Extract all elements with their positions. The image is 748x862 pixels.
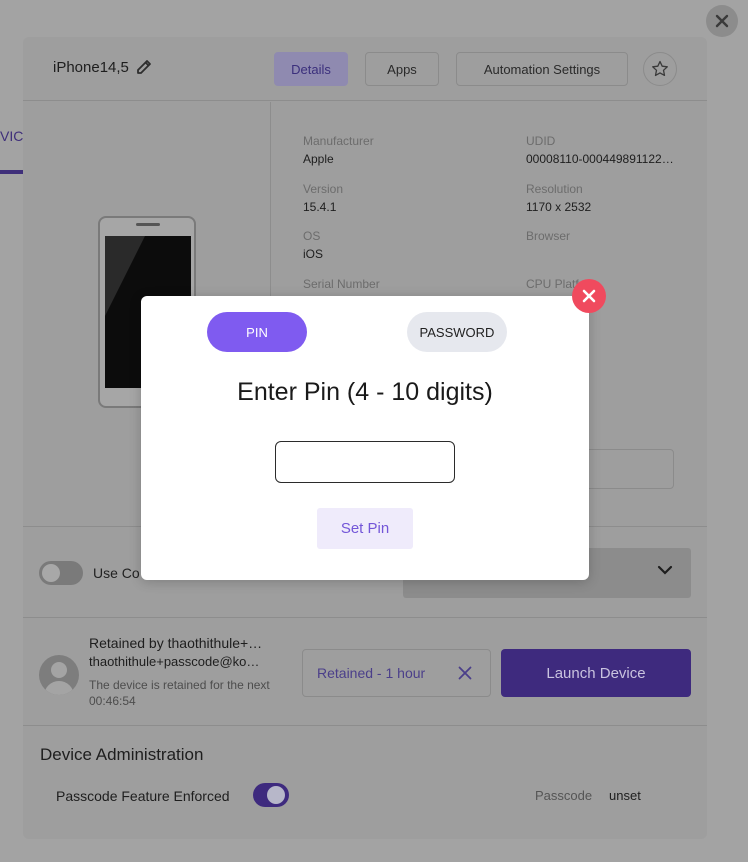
version-field: Version 15.4.1 [303,182,343,214]
retained-by-title: Retained by thaothithule+… [89,635,263,651]
phone-speaker [136,223,160,226]
phone-screen-reflection [105,236,145,316]
retained-by-email: thaothithule+passcode@ko… [89,654,260,669]
tab-automation-settings[interactable]: Automation Settings [456,52,628,86]
os-label: OS [303,229,321,243]
tab-pin[interactable]: PIN [207,312,307,352]
passcode-feature-toggle[interactable] [253,783,289,807]
passcode-value: unset [609,788,641,803]
set-pin-modal: PIN PASSWORD Enter Pin (4 - 10 digits) S… [141,296,589,580]
modal-close-button[interactable] [572,279,606,313]
avatar [39,655,79,695]
background-input-box [578,449,674,489]
udid-value: 00008110-000449891122… [526,152,674,166]
release-close-icon[interactable] [458,666,472,680]
resolution-label: Resolution [526,182,583,196]
manufacturer-label: Manufacturer [303,134,374,148]
set-pin-button[interactable]: Set Pin [317,508,413,549]
browser-field: Browser [526,229,570,247]
pencil-icon[interactable] [135,58,153,76]
os-value: iOS [303,247,324,261]
tab-details[interactable]: Details [274,52,348,86]
modal-title: Enter Pin (4 - 10 digits) [237,378,493,406]
serial-label: Serial Number [303,277,380,291]
tab-apps[interactable]: Apps [365,52,439,86]
close-icon [715,14,729,28]
version-value: 15.4.1 [303,200,337,214]
close-panel-button[interactable] [706,5,738,37]
use-toggle-label: Use Co [93,565,140,581]
retention-pill: Retained - 1 hour [302,649,491,697]
launch-device-button[interactable]: Launch Device [501,649,691,697]
retained-section: Retained by thaothithule+… thaothithule+… [23,619,707,726]
retention-pill-text: Retained - 1 hour [317,665,426,681]
udid-label: UDID [526,134,556,148]
retention-note: The device is retained for the next 00:4… [89,678,270,708]
os-field: OS iOS [303,229,323,261]
chevron-down-icon [657,565,673,575]
tab-password[interactable]: PASSWORD [407,312,507,352]
toggle-knob [267,786,285,804]
toggle-knob [42,564,60,582]
device-name: iPhone14,5 [53,59,129,76]
avatar-body [44,681,74,695]
panel-header: iPhone14,5 Details Apps Automation Setti… [23,37,707,101]
use-toggle[interactable] [39,561,83,585]
star-icon [652,60,668,77]
serial-field: Serial Number [303,277,380,295]
background-tab-underline [0,170,24,174]
udid-field: UDID 00008110-000449891122… [526,134,674,166]
favorite-button[interactable] [643,52,677,86]
passcode-feature-label: Passcode Feature Enforced [56,788,230,804]
device-administration-title: Device Administration [40,745,204,764]
resolution-value: 1170 x 2532 [526,200,592,214]
manufacturer-value: Apple [303,152,334,166]
avatar-head [51,662,67,678]
passcode-key: Passcode [535,788,593,803]
pin-input[interactable] [275,441,455,483]
resolution-field: Resolution 1170 x 2532 [526,182,591,214]
manufacturer-field: Manufacturer Apple [303,134,374,166]
background-tab-fragment: VIC [0,128,24,144]
close-icon [582,289,596,303]
version-label: Version [303,182,344,196]
browser-label: Browser [526,229,571,243]
